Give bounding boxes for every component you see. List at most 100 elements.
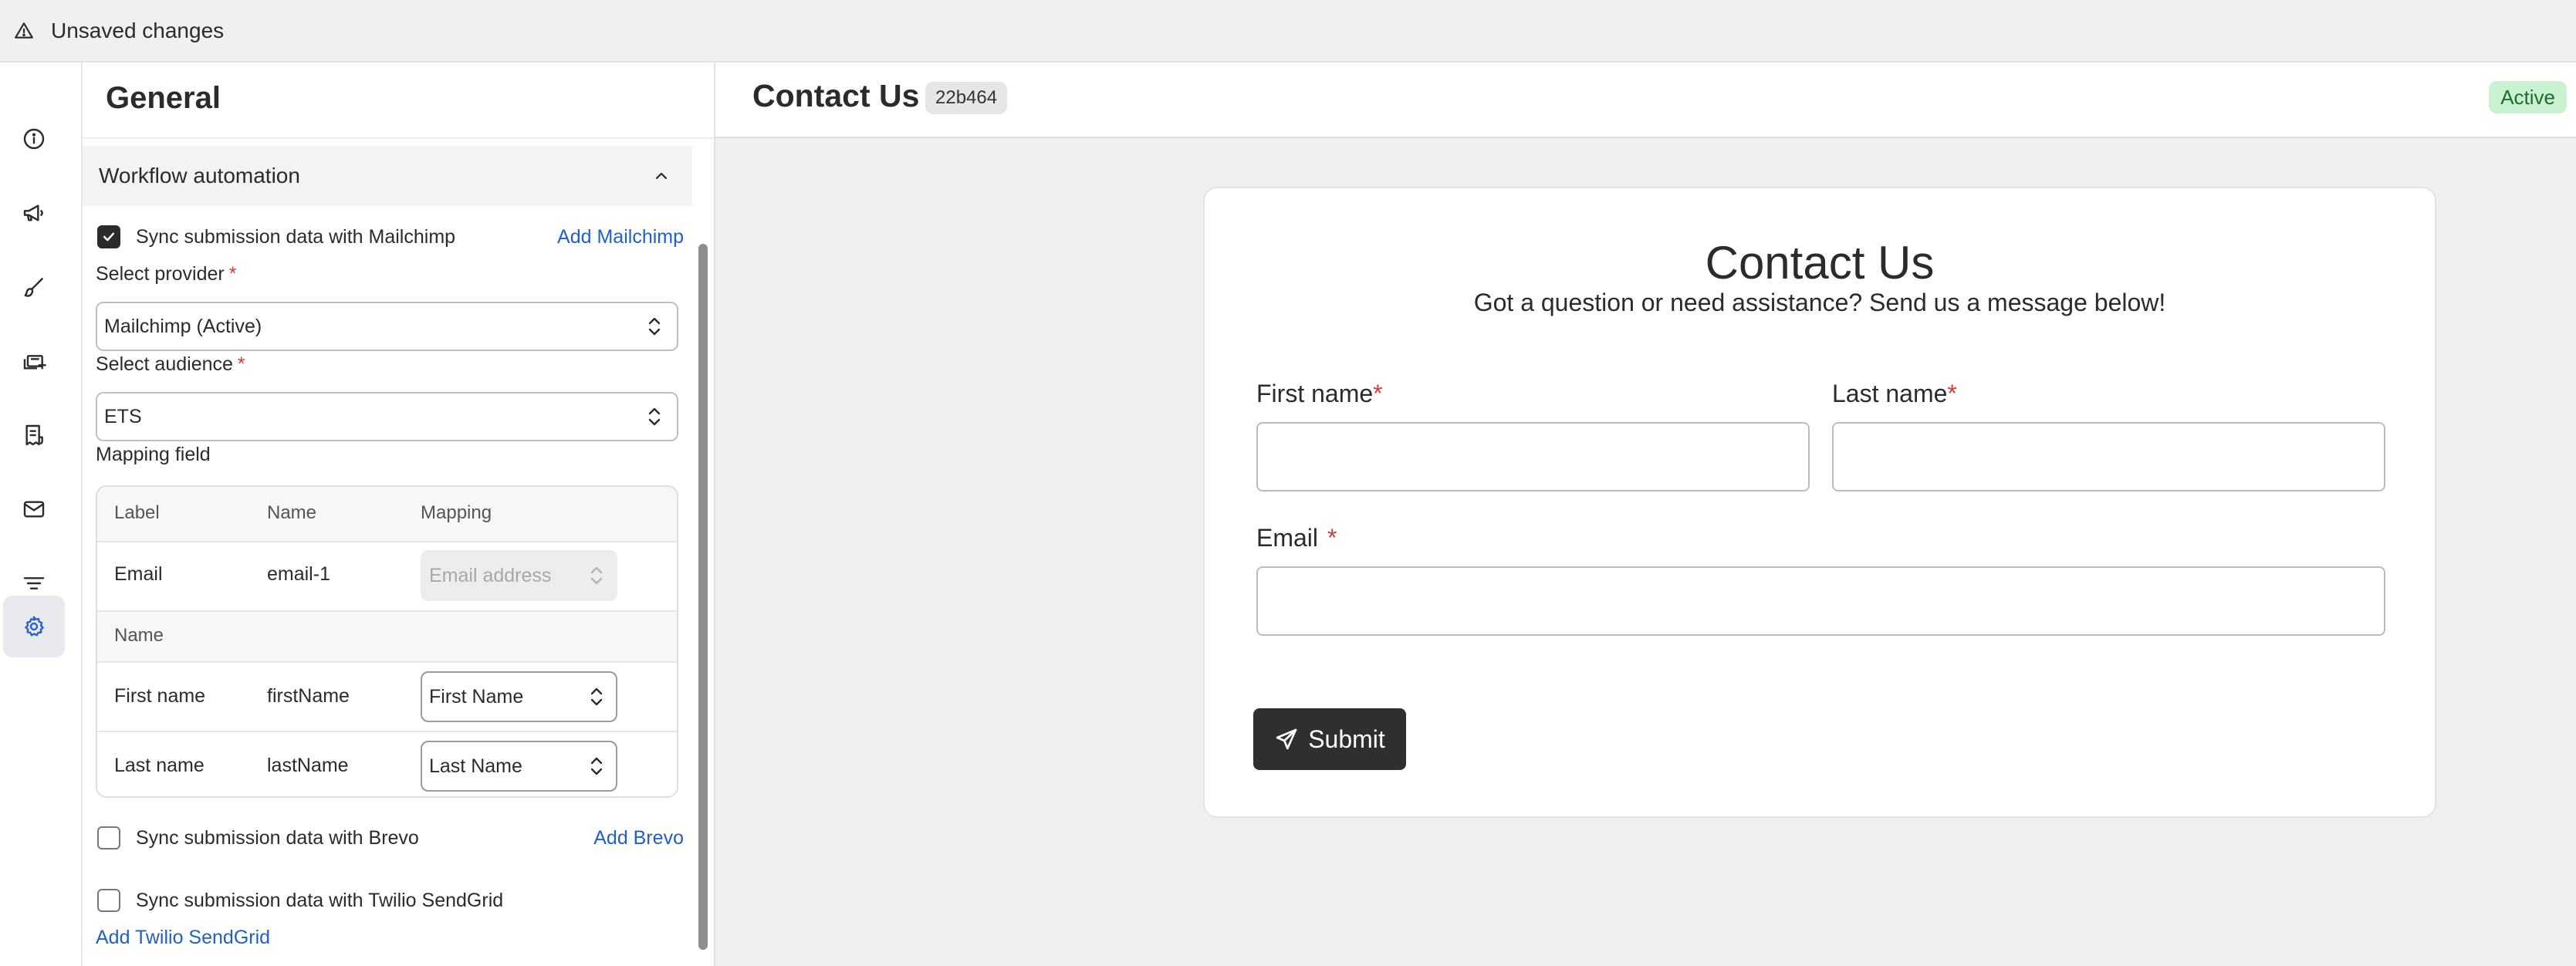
settings-panel: General Workflow automation Sync submiss… bbox=[83, 62, 715, 966]
table-row: First name firstName First Name bbox=[97, 663, 677, 732]
select-audience-label-text: Select audience bbox=[96, 353, 233, 375]
form-preview-canvas: Contact Us Got a question or need assist… bbox=[715, 138, 2576, 966]
form-id-badge: 22b464 bbox=[925, 82, 1008, 114]
panel-scrollbar[interactable] bbox=[698, 244, 708, 950]
column-header-label: Label bbox=[114, 502, 160, 523]
mailchimp-checkbox-label: Sync submission data with Mailchimp bbox=[136, 225, 456, 248]
first-name-label: First name* bbox=[1256, 380, 1383, 408]
chevron-up-down-icon bbox=[648, 317, 661, 336]
icon-rail bbox=[0, 62, 83, 966]
last-name-label-text: Last name bbox=[1832, 380, 1948, 407]
form-preview-card: Contact Us Got a question or need assist… bbox=[1203, 187, 2436, 818]
form-preview-subtitle: Got a question or need assistance? Send … bbox=[1473, 289, 2166, 316]
last-name-mapping-select[interactable]: Last Name bbox=[421, 741, 617, 792]
add-mailchimp-link[interactable]: Add Mailchimp bbox=[557, 226, 684, 248]
row-label: Email bbox=[114, 563, 163, 585]
brush-icon bbox=[24, 278, 43, 297]
add-twilio-sendgrid-link[interactable]: Add Twilio SendGrid bbox=[96, 927, 270, 949]
warning-icon bbox=[12, 19, 35, 42]
filter-icon bbox=[23, 577, 45, 589]
select-provider-label-text: Select provider bbox=[96, 263, 225, 285]
row-name: lastName bbox=[267, 755, 349, 776]
column-header-name: Name bbox=[267, 502, 317, 523]
required-mark: * bbox=[237, 353, 245, 375]
chevron-up-down-icon bbox=[590, 566, 603, 585]
email-mapping-select: Email address bbox=[421, 550, 617, 601]
row-label: First name bbox=[114, 685, 206, 707]
mailchimp-row: Sync submission data with Mailchimp Add … bbox=[97, 221, 684, 252]
group-label: Name bbox=[114, 625, 164, 646]
mapping-table-header: Label Name Mapping bbox=[97, 487, 677, 542]
required-mark: * bbox=[1327, 524, 1337, 552]
rail-info-button[interactable] bbox=[3, 108, 65, 170]
brevo-checkbox[interactable] bbox=[97, 826, 120, 849]
rail-mail-button[interactable] bbox=[3, 478, 65, 540]
sendgrid-checkbox-label: Sync submission data with Twilio SendGri… bbox=[136, 889, 504, 911]
last-name-mapping-value: Last Name bbox=[429, 755, 522, 777]
form-preview-title: Contact Us bbox=[1705, 237, 1935, 289]
provider-select-value: Mailchimp (Active) bbox=[104, 315, 262, 337]
info-icon bbox=[23, 128, 45, 150]
table-group-row: Name bbox=[97, 612, 677, 663]
workflow-automation-section-toggle[interactable]: Workflow automation bbox=[83, 146, 692, 206]
rail-announce-button[interactable] bbox=[3, 182, 65, 244]
unsaved-changes-banner: Unsaved changes bbox=[0, 0, 2576, 62]
required-mark: * bbox=[228, 263, 237, 285]
sendgrid-checkbox[interactable] bbox=[97, 889, 120, 912]
email-input[interactable] bbox=[1256, 566, 2385, 636]
add-fields-icon bbox=[23, 355, 46, 370]
table-row: Email email-1 Email address bbox=[97, 541, 677, 612]
provider-select[interactable]: Mailchimp (Active) bbox=[96, 302, 678, 351]
rail-fields-button[interactable] bbox=[3, 330, 65, 392]
section-title: Workflow automation bbox=[99, 164, 300, 187]
send-icon bbox=[1276, 728, 1297, 750]
required-mark: * bbox=[1947, 380, 1957, 407]
table-row: Last name lastName Last Name bbox=[97, 732, 677, 796]
panel-title: General bbox=[106, 81, 221, 115]
audience-select[interactable]: ETS bbox=[96, 392, 678, 441]
rail-settings-button[interactable] bbox=[3, 596, 65, 657]
email-mapping-value: Email address bbox=[429, 564, 552, 586]
mapping-table: Label Name Mapping Email email-1 Email a… bbox=[96, 485, 678, 798]
required-mark: * bbox=[1373, 380, 1383, 407]
submit-button[interactable]: Submit bbox=[1253, 708, 1406, 770]
mail-icon bbox=[23, 501, 45, 518]
first-name-mapping-select[interactable]: First Name bbox=[421, 671, 617, 722]
row-name: email-1 bbox=[267, 563, 330, 585]
mapping-field-label: Mapping field bbox=[96, 444, 211, 465]
rail-style-button[interactable] bbox=[3, 256, 65, 318]
chevron-up-down-icon bbox=[648, 407, 661, 426]
brevo-row: Sync submission data with Brevo Add Brev… bbox=[97, 822, 684, 853]
select-provider-label: Select provider * bbox=[96, 263, 236, 285]
rail-receipt-button[interactable] bbox=[3, 404, 65, 466]
form-title: Contact Us bbox=[752, 78, 920, 113]
status-badge: Active bbox=[2489, 81, 2567, 113]
email-label-text: Email bbox=[1256, 524, 1319, 552]
first-name-input[interactable] bbox=[1256, 422, 1810, 491]
row-name: firstName bbox=[267, 685, 350, 707]
chevron-up-icon bbox=[655, 172, 668, 180]
chevron-up-down-icon bbox=[590, 687, 603, 706]
divider bbox=[83, 137, 714, 139]
brevo-checkbox-label: Sync submission data with Brevo bbox=[136, 826, 419, 849]
chevron-up-down-icon bbox=[590, 757, 603, 775]
first-name-mapping-value: First Name bbox=[429, 685, 524, 708]
select-audience-label: Select audience * bbox=[96, 353, 245, 376]
first-name-label-text: First name bbox=[1256, 380, 1374, 407]
last-name-input[interactable] bbox=[1832, 422, 2385, 491]
sendgrid-row: Sync submission data with Twilio SendGri… bbox=[97, 885, 684, 916]
submit-button-label: Submit bbox=[1308, 724, 1385, 753]
form-header: Contact Us 22b464 Active bbox=[715, 62, 2576, 138]
check-icon bbox=[103, 232, 115, 242]
banner-text: Unsaved changes bbox=[51, 18, 225, 42]
gear-icon bbox=[25, 616, 44, 637]
receipt-icon bbox=[25, 424, 43, 446]
mailchimp-checkbox[interactable] bbox=[97, 225, 120, 248]
email-label: Email * bbox=[1256, 524, 1337, 552]
last-name-label: Last name* bbox=[1832, 380, 1957, 408]
column-header-mapping: Mapping bbox=[421, 502, 492, 523]
megaphone-icon bbox=[23, 204, 43, 221]
audience-select-value: ETS bbox=[104, 405, 142, 427]
add-brevo-link[interactable]: Add Brevo bbox=[593, 827, 684, 849]
row-label: Last name bbox=[114, 755, 205, 776]
